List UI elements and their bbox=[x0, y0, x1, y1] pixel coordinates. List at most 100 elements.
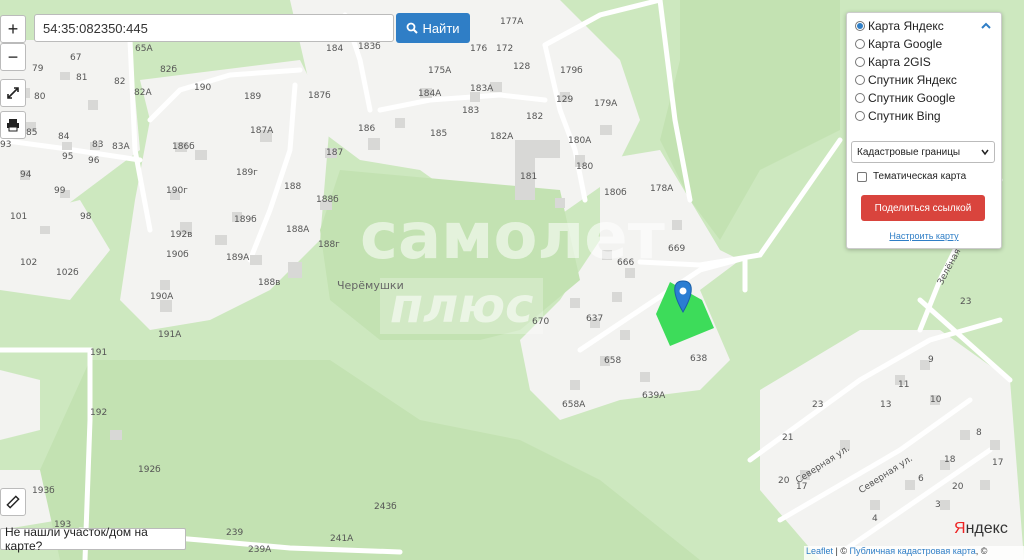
pkk-link[interactable]: Публичная кадастровая карта bbox=[850, 546, 976, 556]
yandex-logo-rest: ндекс bbox=[965, 520, 1008, 537]
layer-option[interactable]: Спутник Bing bbox=[855, 109, 941, 123]
house-number: 182А bbox=[490, 132, 514, 142]
house-number: 172 bbox=[496, 44, 514, 54]
house-number: 82А bbox=[134, 88, 152, 98]
house-number: 3 bbox=[935, 500, 941, 510]
house-number: 94 bbox=[20, 170, 32, 180]
house-number: 189 bbox=[244, 92, 262, 102]
radio-button[interactable] bbox=[855, 21, 865, 31]
search-input[interactable] bbox=[34, 14, 394, 42]
house-number: 241А bbox=[330, 534, 354, 544]
layer-option[interactable]: Карта Google bbox=[855, 37, 942, 51]
house-number: 180 bbox=[576, 162, 594, 172]
house-number: 21 bbox=[782, 433, 794, 443]
house-number: 23 bbox=[960, 297, 972, 307]
house-number: 179А bbox=[594, 99, 618, 109]
house-number: 191 bbox=[90, 348, 108, 358]
house-number: 82б bbox=[160, 65, 178, 75]
configure-map-link[interactable]: Настроить карту bbox=[847, 231, 1001, 241]
house-number: 82 bbox=[114, 77, 126, 87]
radio-button[interactable] bbox=[855, 111, 865, 121]
radio-button[interactable] bbox=[855, 39, 865, 49]
house-number: 83А bbox=[112, 142, 130, 152]
ruler-button[interactable] bbox=[0, 488, 26, 516]
house-number: 129 bbox=[556, 95, 574, 105]
house-number: 239 bbox=[226, 528, 244, 538]
house-number: 188А bbox=[286, 225, 310, 235]
house-number: 96 bbox=[88, 156, 100, 166]
house-number: 184А bbox=[418, 89, 442, 99]
house-number: 191А bbox=[158, 330, 182, 340]
house-number: 192в bbox=[170, 230, 193, 240]
house-number: 9 bbox=[928, 355, 934, 365]
zoom-in-button[interactable]: + bbox=[0, 15, 26, 43]
expand-icon bbox=[7, 87, 19, 99]
house-number: 99 bbox=[54, 186, 66, 196]
house-number: 243б bbox=[374, 502, 397, 512]
print-button[interactable] bbox=[0, 111, 26, 139]
house-number: 182 bbox=[526, 112, 544, 122]
checkbox-box[interactable] bbox=[857, 171, 867, 182]
layer-option[interactable]: Спутник Google bbox=[855, 91, 955, 105]
radio-button[interactable] bbox=[855, 93, 865, 103]
overlay-select[interactable]: Кадастровые границы bbox=[851, 141, 995, 163]
thematic-map-label: Тематическая карта bbox=[873, 171, 967, 182]
layer-option[interactable]: Карта 2GIS bbox=[855, 55, 931, 69]
house-number: 18 bbox=[944, 455, 956, 465]
house-number: 188б bbox=[316, 195, 339, 205]
house-number: 11 bbox=[898, 380, 910, 390]
not-found-button[interactable]: Не нашли участок/дом на карте? bbox=[0, 525, 186, 553]
layer-option-label: Карта Яндекс bbox=[868, 19, 944, 33]
house-number: 4 bbox=[872, 514, 878, 524]
house-number: 190б bbox=[166, 250, 189, 260]
house-number: 6 bbox=[918, 474, 924, 484]
fullscreen-button[interactable] bbox=[0, 79, 26, 107]
house-number: 180А bbox=[568, 136, 592, 146]
house-number: 186б bbox=[172, 142, 195, 152]
zoom-out-button[interactable]: − bbox=[0, 43, 26, 71]
house-number: 98 bbox=[80, 212, 92, 222]
share-link-button[interactable]: Поделиться ссылкой bbox=[861, 195, 985, 221]
house-number: 95 bbox=[62, 152, 74, 162]
house-number: 658 bbox=[604, 356, 622, 366]
house-number: 190А bbox=[150, 292, 174, 302]
house-number: 8 bbox=[976, 428, 982, 438]
house-number: 102 bbox=[20, 258, 38, 268]
house-number: 83 bbox=[92, 140, 104, 150]
layer-option-label: Спутник Google bbox=[868, 91, 956, 105]
house-number: 67 bbox=[70, 53, 82, 63]
house-number: 190 bbox=[194, 83, 212, 93]
house-number: 85 bbox=[26, 128, 38, 138]
house-number: 176 bbox=[470, 44, 488, 54]
search-button[interactable]: Найти bbox=[396, 13, 470, 43]
house-number: 180б bbox=[604, 188, 627, 198]
layer-option[interactable]: Спутник Яндекс bbox=[855, 73, 957, 87]
house-number: 192б bbox=[138, 465, 161, 475]
layer-option-label: Спутник Яндекс bbox=[868, 73, 957, 87]
house-number: 187 bbox=[326, 148, 344, 158]
layer-option-label: Карта 2GIS bbox=[868, 55, 931, 69]
house-number: 189г bbox=[236, 168, 258, 178]
house-number: 80 bbox=[34, 92, 46, 102]
house-number: 239А bbox=[248, 545, 272, 555]
radio-button[interactable] bbox=[855, 75, 865, 85]
radio-button[interactable] bbox=[855, 57, 865, 67]
house-number: 128 bbox=[513, 62, 531, 72]
house-number: 93 bbox=[0, 140, 12, 150]
house-number: 190г bbox=[166, 186, 188, 196]
leaflet-link[interactable]: Leaflet bbox=[806, 546, 833, 556]
house-number: 193б bbox=[32, 486, 55, 496]
house-number: 637 bbox=[586, 314, 604, 324]
house-number: 187б bbox=[308, 91, 331, 101]
house-number: 669 bbox=[668, 244, 686, 254]
search-icon bbox=[407, 22, 419, 34]
attribution: Leaflet | © Публичная кадастровая карта,… bbox=[804, 546, 1024, 560]
house-number: 188в bbox=[258, 278, 281, 288]
house-number: 658А bbox=[562, 400, 586, 410]
thematic-map-checkbox[interactable]: Тематическая карта bbox=[857, 171, 966, 182]
chevron-up-icon[interactable] bbox=[979, 19, 993, 33]
layer-option[interactable]: Карта Яндекс bbox=[855, 19, 944, 33]
attribution-tail: , © bbox=[975, 546, 988, 556]
house-number: 101 bbox=[10, 212, 28, 222]
house-number: 17 bbox=[992, 458, 1004, 468]
